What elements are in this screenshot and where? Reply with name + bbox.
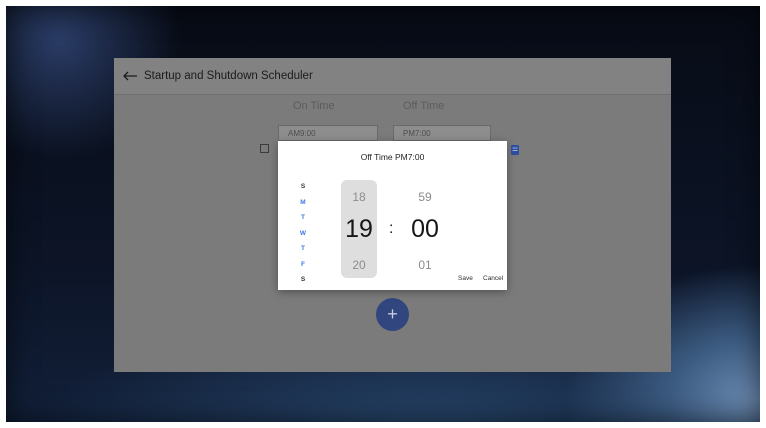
minute-next: 01 — [418, 258, 432, 272]
weekday-3[interactable]: W — [299, 226, 307, 242]
hour-prev: 18 — [352, 190, 366, 204]
minute-prev: 59 — [418, 190, 432, 204]
weekday-selector: SMTWTFS — [299, 179, 307, 288]
on-time-header: On Time — [293, 100, 335, 112]
minute-current: 00 — [411, 215, 439, 243]
weekday-2[interactable]: T — [299, 210, 307, 226]
minute-picker[interactable]: 59 00 01 — [405, 180, 445, 278]
save-button[interactable]: Save — [458, 275, 473, 282]
on-time-field[interactable]: AM9:00 — [278, 125, 378, 141]
back-arrow-icon[interactable] — [122, 68, 138, 84]
app-header: Startup and Shutdown Scheduler — [114, 58, 671, 95]
off-time-field[interactable]: PM7:00 — [393, 125, 491, 141]
off-time-dialog: Off Time PM7:00 SMTWTFS 18 19 20 : 59 00… — [278, 141, 507, 290]
hour-current: 19 — [345, 215, 373, 243]
trash-icon[interactable] — [511, 142, 519, 155]
weekday-1[interactable]: M — [299, 195, 307, 211]
weekday-0[interactable]: S — [299, 179, 307, 195]
hour-next: 20 — [352, 258, 366, 272]
time-separator: : — [389, 220, 394, 237]
add-schedule-button[interactable]: + — [376, 298, 409, 331]
weekday-4[interactable]: T — [299, 241, 307, 257]
cancel-button[interactable]: Cancel — [483, 275, 503, 282]
dialog-title: Off Time PM7:00 — [360, 152, 425, 162]
hour-picker[interactable]: 18 19 20 — [341, 180, 377, 278]
off-time-header: Off Time — [403, 100, 445, 112]
weekday-5[interactable]: F — [299, 257, 307, 273]
weekday-6[interactable]: S — [299, 272, 307, 288]
page-title: Startup and Shutdown Scheduler — [144, 70, 313, 82]
schedule-checkbox[interactable] — [260, 144, 269, 153]
